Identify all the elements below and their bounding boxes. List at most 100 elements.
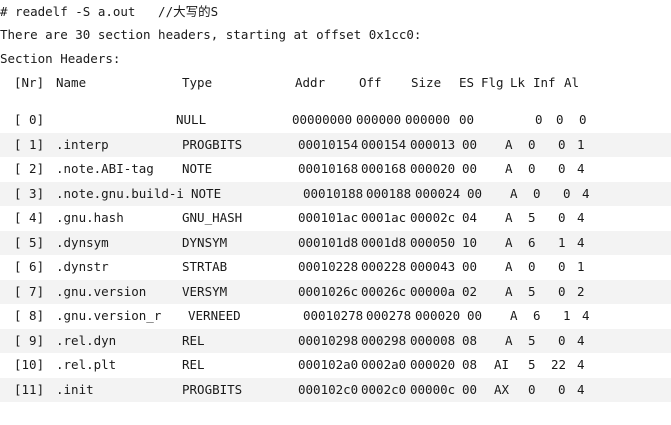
section-headers-label: Section Headers: bbox=[0, 51, 121, 66]
section-lk: 0 bbox=[528, 136, 536, 152]
section-name: .init bbox=[56, 381, 94, 397]
section-inf: 0 bbox=[558, 161, 566, 176]
section-addr: 00010168 bbox=[298, 161, 359, 176]
section-addr: 00010278 bbox=[303, 308, 364, 323]
section-name: .note.gnu.build-i bbox=[56, 185, 184, 201]
section-flg: AI bbox=[494, 357, 510, 372]
section-al: 4 bbox=[577, 234, 585, 250]
section-addr: 00000000 bbox=[292, 112, 353, 127]
section-off: 000278 bbox=[366, 308, 412, 323]
section-al: 0 bbox=[579, 112, 587, 127]
section-row: [ 9] .rel.dyn REL 00010298 000298 000008… bbox=[0, 328, 671, 353]
section-inf: 1 bbox=[558, 234, 566, 250]
section-name: .interp bbox=[56, 136, 109, 152]
section-lk: 0 bbox=[528, 161, 536, 176]
section-size: 000050 bbox=[410, 234, 456, 250]
section-row: [10] .rel.plt REL 000102a0 0002a0 000020… bbox=[0, 353, 671, 378]
section-off: 000154 bbox=[361, 136, 407, 152]
section-addr: 00010188 bbox=[303, 185, 364, 201]
section-name: .gnu.version_r bbox=[56, 308, 162, 323]
section-al: 1 bbox=[577, 136, 585, 152]
section-row: [ 0] NULL 00000000 000000 000000 00 0 0 … bbox=[0, 108, 671, 133]
section-addr: 000101ac bbox=[298, 210, 359, 225]
section-al: 4 bbox=[582, 308, 590, 323]
section-flg: A bbox=[505, 283, 513, 299]
section-addr: 0001026c bbox=[298, 283, 359, 299]
section-size: 00000c bbox=[410, 381, 456, 397]
section-addr: 000102c0 bbox=[298, 381, 359, 397]
section-nr: [ 2] bbox=[14, 161, 45, 176]
section-es: 02 bbox=[462, 283, 478, 299]
section-nr: [ 5] bbox=[14, 234, 45, 250]
section-lk: 6 bbox=[528, 234, 536, 250]
section-al: 4 bbox=[577, 357, 585, 372]
column-header-al: Al bbox=[564, 75, 580, 90]
section-inf: 0 bbox=[558, 259, 566, 274]
section-nr: [ 0] bbox=[14, 112, 45, 127]
section-nr: [ 4] bbox=[14, 210, 45, 225]
section-size: 000020 bbox=[410, 161, 456, 176]
section-size: 000020 bbox=[415, 308, 461, 323]
section-lk: 0 bbox=[533, 185, 541, 201]
section-al: 4 bbox=[577, 381, 585, 397]
section-name: .gnu.hash bbox=[56, 210, 124, 225]
section-es: 00 bbox=[462, 259, 478, 274]
section-al: 4 bbox=[577, 332, 585, 348]
section-size: 000024 bbox=[415, 185, 461, 201]
column-header-es: ES bbox=[459, 75, 475, 90]
section-off: 000228 bbox=[361, 259, 407, 274]
section-size: 00000a bbox=[410, 283, 456, 299]
section-lk: 0 bbox=[535, 112, 543, 127]
section-addr: 00010298 bbox=[298, 332, 359, 348]
section-flg: A bbox=[510, 308, 518, 323]
section-nr: [ 8] bbox=[14, 308, 45, 323]
section-row: [11] .init PROGBITS 000102c0 0002c0 0000… bbox=[0, 377, 671, 402]
section-row: [ 2] .note.ABI-tag NOTE 00010168 000168 … bbox=[0, 157, 671, 182]
section-off: 000188 bbox=[366, 185, 412, 201]
section-flg: A bbox=[510, 185, 518, 201]
section-type: PROGBITS bbox=[182, 136, 243, 152]
section-row: [ 6] .dynstr STRTAB 00010228 000228 0000… bbox=[0, 255, 671, 280]
section-es: 00 bbox=[462, 161, 478, 176]
column-header-off: Off bbox=[359, 75, 382, 90]
section-row: [ 5] .dynsym DYNSYM 000101d8 0001d8 0000… bbox=[0, 230, 671, 255]
section-addr: 00010228 bbox=[298, 259, 359, 274]
section-es: 00 bbox=[467, 185, 483, 201]
section-type: STRTAB bbox=[182, 259, 228, 274]
section-al: 4 bbox=[577, 161, 585, 176]
section-es: 00 bbox=[462, 381, 478, 397]
section-es: 08 bbox=[462, 332, 478, 348]
section-es: 04 bbox=[462, 210, 478, 225]
section-off: 0002c0 bbox=[361, 381, 407, 397]
section-lk: 5 bbox=[528, 357, 536, 372]
summary-line: There are 30 section headers, starting a… bbox=[0, 27, 422, 42]
section-flg: A bbox=[505, 136, 513, 152]
section-type: PROGBITS bbox=[182, 381, 243, 397]
section-row: [ 4] .gnu.hash GNU_HASH 000101ac 0001ac … bbox=[0, 206, 671, 231]
section-type: VERNEED bbox=[188, 308, 241, 323]
section-off: 0001ac bbox=[361, 210, 407, 225]
section-size: 000020 bbox=[410, 357, 456, 372]
section-flg: A bbox=[505, 161, 513, 176]
section-off: 000298 bbox=[361, 332, 407, 348]
section-flg: AX bbox=[494, 381, 510, 397]
section-al: 4 bbox=[582, 185, 590, 201]
command-line: # readelf -S a.out //大写的S bbox=[0, 4, 219, 19]
column-header-addr: Addr bbox=[295, 75, 326, 90]
section-inf: 0 bbox=[558, 283, 566, 299]
section-row: [ 3] .note.gnu.build-i NOTE 00010188 000… bbox=[0, 181, 671, 206]
column-header-row: [Nr] Name Type Addr Off Size ES Flg Lk I… bbox=[0, 72, 671, 94]
section-nr: [10] bbox=[14, 357, 45, 372]
column-header-lk: Lk bbox=[510, 75, 526, 90]
section-inf: 0 bbox=[558, 210, 566, 225]
section-name: .rel.dyn bbox=[56, 332, 117, 348]
section-flg: A bbox=[505, 234, 513, 250]
section-name: .rel.plt bbox=[56, 357, 117, 372]
section-addr: 000102a0 bbox=[298, 357, 359, 372]
section-off: 0002a0 bbox=[361, 357, 407, 372]
section-lk: 5 bbox=[528, 210, 536, 225]
section-type: NOTE bbox=[191, 185, 222, 201]
section-nr: [ 9] bbox=[14, 332, 45, 348]
section-al: 2 bbox=[577, 283, 585, 299]
section-size: 000013 bbox=[410, 136, 456, 152]
